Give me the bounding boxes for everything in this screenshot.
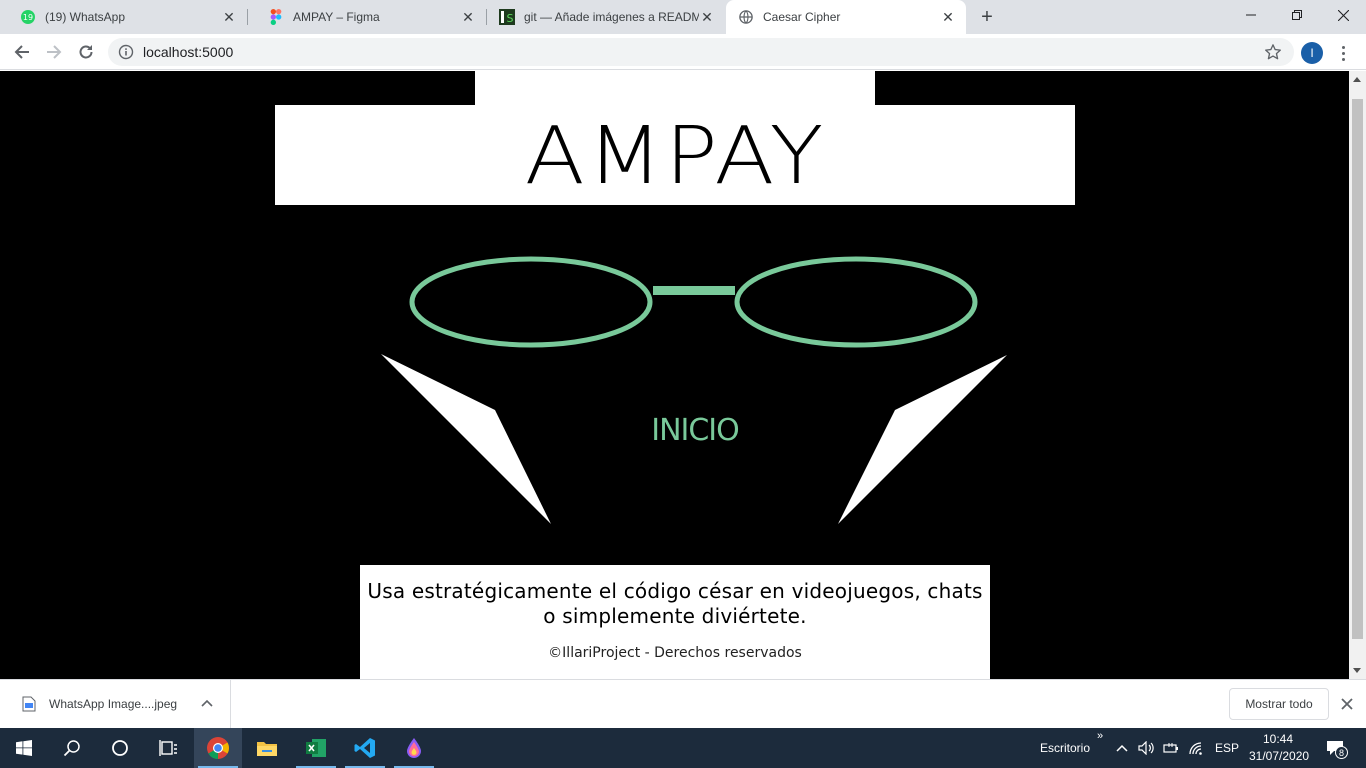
inicio-link[interactable]: INICIO: [600, 413, 790, 448]
tab-whatsapp[interactable]: 19 (19) WhatsApp ✕: [0, 0, 247, 34]
download-shelf: WhatsApp Image....jpeg Mostrar todo: [0, 679, 1366, 728]
forward-button[interactable]: [40, 38, 68, 66]
tab-title: Caesar Cipher: [763, 10, 841, 24]
glasses-bridge: [653, 286, 735, 295]
svg-text:19: 19: [23, 13, 33, 22]
file-explorer-icon: [257, 742, 277, 756]
scroll-down-arrow-icon[interactable]: [1353, 668, 1361, 673]
svg-text:S: S: [507, 12, 514, 25]
reload-button[interactable]: [72, 38, 100, 66]
tab-title: AMPAY – Figma: [293, 10, 380, 24]
globe-icon: [738, 9, 754, 25]
battery-icon[interactable]: [1163, 740, 1179, 756]
chrome-icon: [207, 737, 229, 759]
cortana-icon: [112, 740, 128, 756]
hat-crown: [475, 71, 875, 105]
url-text: localhost:5000: [143, 44, 234, 60]
header-banner: AMPAY: [275, 105, 1075, 205]
show-all-downloads-button[interactable]: Mostrar todo: [1229, 688, 1329, 720]
forward-arrow-icon: [47, 45, 62, 59]
tab-title: git — Añade imágenes a README: [524, 10, 699, 24]
start-button[interactable]: [0, 728, 48, 768]
git-icon: S: [499, 9, 515, 25]
back-arrow-icon: [14, 45, 29, 59]
address-bar[interactable]: localhost:5000: [108, 38, 1294, 66]
image-file-icon: [22, 696, 36, 712]
taskbar-chrome[interactable]: [194, 728, 242, 768]
tagline-text: Usa estratégicamente el código césar en …: [367, 579, 983, 628]
wifi-icon[interactable]: [1188, 740, 1204, 756]
reload-icon: [79, 45, 93, 59]
double-chevron-icon[interactable]: »: [1097, 730, 1103, 742]
left-glasses-lens: [409, 256, 653, 348]
minimize-button[interactable]: [1228, 0, 1274, 30]
search-button[interactable]: [48, 728, 96, 768]
close-tab-icon[interactable]: ✕: [460, 9, 476, 25]
clock-date[interactable]: 31/07/2020: [1249, 749, 1309, 763]
close-tab-icon[interactable]: ✕: [221, 9, 237, 25]
close-tab-icon[interactable]: ✕: [699, 9, 715, 25]
volume-icon[interactable]: [1138, 740, 1154, 756]
tab-title: (19) WhatsApp: [45, 10, 126, 24]
page-viewport: AMPAY INICIO Usa estratégicamente el cód…: [0, 71, 1349, 679]
input-language[interactable]: ESP: [1215, 741, 1239, 755]
profile-avatar[interactable]: I: [1301, 42, 1323, 64]
windows-start-icon: [16, 740, 32, 756]
tab-caesar-cipher[interactable]: Caesar Cipher ✕: [726, 0, 966, 34]
back-button[interactable]: [8, 38, 36, 66]
notification-count-badge: 8: [1335, 746, 1348, 759]
tab-git[interactable]: S git — Añade imágenes a README ✕: [487, 0, 725, 34]
tab-strip: 19 (19) WhatsApp ✕ AMPAY – Figma ✕ S git…: [0, 0, 1366, 34]
right-mustache: [838, 355, 1007, 524]
download-file-name: WhatsApp Image....jpeg: [49, 697, 178, 711]
taskbar-inkdrop[interactable]: [390, 728, 438, 768]
clock-time[interactable]: 10:44: [1263, 732, 1293, 746]
right-glasses-lens: [734, 256, 978, 348]
spy-face-illustration: [381, 256, 1007, 524]
chrome-menu-icon[interactable]: [1335, 42, 1351, 64]
new-tab-button[interactable]: +: [976, 6, 998, 28]
footer-panel: Usa estratégicamente el código césar en …: [360, 565, 990, 679]
close-icon[interactable]: [1339, 696, 1355, 712]
bookmark-star-icon[interactable]: [1264, 43, 1282, 61]
left-mustache: [381, 354, 551, 524]
close-tab-icon[interactable]: ✕: [940, 9, 956, 25]
taskbar-excel[interactable]: [292, 728, 340, 768]
scroll-thumb[interactable]: [1352, 99, 1363, 639]
taskbar-vscode[interactable]: [341, 728, 389, 768]
tab-figma[interactable]: AMPAY – Figma ✕: [248, 0, 486, 34]
excel-icon: [306, 739, 326, 757]
desktop-toolbar-label[interactable]: Escritorio: [1040, 741, 1090, 755]
task-view-button[interactable]: [144, 728, 192, 768]
chevron-up-icon[interactable]: [200, 697, 214, 711]
scroll-up-arrow-icon[interactable]: [1353, 77, 1361, 82]
vscode-icon: [354, 738, 375, 758]
restore-button[interactable]: [1274, 0, 1320, 30]
task-view-icon: [159, 740, 177, 756]
figma-icon: [268, 9, 284, 25]
site-logo: AMPAY: [524, 108, 826, 202]
close-window-button[interactable]: [1320, 0, 1366, 30]
search-icon: [63, 740, 80, 757]
info-icon[interactable]: [118, 44, 134, 60]
copyright-text: ©IllariProject - Derechos reservados: [548, 645, 802, 661]
taskbar-file-explorer[interactable]: [243, 728, 291, 768]
whatsapp-icon: 19: [20, 9, 36, 25]
show-hidden-icons-icon[interactable]: [1114, 740, 1130, 756]
notifications-icon[interactable]: 8: [1325, 740, 1348, 759]
download-item[interactable]: WhatsApp Image....jpeg: [0, 680, 231, 728]
windows-taskbar: Escritorio » ESP 10:44 31/07/2020 8: [0, 728, 1366, 768]
cortana-button[interactable]: [96, 728, 144, 768]
page-scrollbar[interactable]: [1349, 71, 1366, 679]
browser-toolbar: localhost:5000 I: [0, 34, 1366, 70]
inkdrop-icon: [407, 738, 421, 758]
